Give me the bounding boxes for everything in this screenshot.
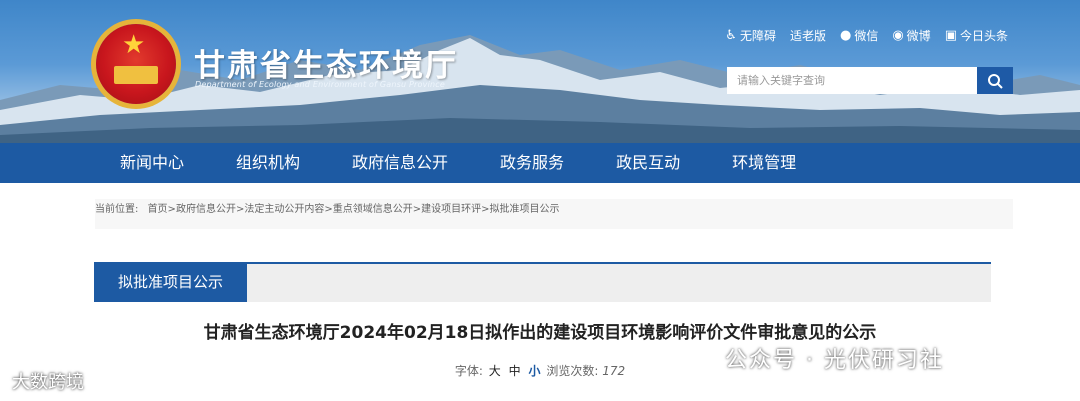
breadcrumb-path[interactable]: 首页>政府信息公开>法定主动公开内容>重点领域信息公开>建设项目环评>拟批准项目… — [148, 204, 560, 215]
national-emblem-logo[interactable]: ★ — [96, 24, 176, 104]
search-box: 请输入关键字查询 — [727, 67, 1013, 94]
search-icon — [988, 73, 1003, 89]
toutiao-link[interactable]: ▣ 今日头条 — [945, 27, 1008, 44]
font-size-small-button[interactable]: 小 — [528, 364, 540, 378]
accessibility-icon: ♿ — [725, 28, 737, 43]
search-input[interactable]: 请输入关键字查询 — [727, 67, 977, 94]
font-size-large-button[interactable]: 大 — [489, 364, 501, 378]
section-tab[interactable]: 拟批准项目公示 — [94, 262, 247, 302]
breadcrumb: 当前位置: 首页>政府信息公开>法定主动公开内容>重点领域信息公开>建设项目环评… — [95, 199, 1013, 229]
font-size-medium-button[interactable]: 中 — [509, 364, 521, 378]
header-banner: ★ 甘肃省生态环境厅 Department of Ecology and Env… — [0, 0, 1080, 143]
wechat-icon: ● — [839, 28, 852, 43]
search-button[interactable] — [977, 67, 1013, 94]
weibo-icon: ◉ — [892, 28, 904, 43]
tiananmen-icon — [114, 66, 158, 84]
top-links: ♿ 无障碍 适老版 ● 微信 ◉ 微博 ▣ 今日头条 — [725, 27, 1008, 44]
site-title[interactable]: 甘肃省生态环境厅 — [194, 40, 458, 85]
weibo-link[interactable]: ◉ 微博 — [892, 27, 930, 44]
nav-item-organization[interactable]: 组织机构 — [236, 143, 300, 183]
nav-item-interaction[interactable]: 政民互动 — [616, 143, 680, 183]
views-count: 172 — [602, 364, 626, 378]
nav-item-env-management[interactable]: 环境管理 — [732, 143, 796, 183]
section-header: 拟批准项目公示 — [94, 262, 991, 302]
accessibility-link[interactable]: ♿ 无障碍 — [725, 27, 776, 44]
watermark-right: 公众号 · 光伏研习社 — [725, 348, 944, 373]
star-icon: ★ — [122, 30, 146, 60]
main-nav: 新闻中心 组织机构 政府信息公开 政务服务 政民互动 环境管理 — [0, 143, 1080, 183]
breadcrumb-label: 当前位置: — [95, 204, 139, 215]
views-label: 浏览次数: — [546, 364, 599, 378]
nav-item-services[interactable]: 政务服务 — [500, 143, 564, 183]
font-size-label: 字体: — [454, 364, 483, 378]
watermark-left: 大数跨境 — [12, 372, 84, 393]
nav-item-news[interactable]: 新闻中心 — [120, 143, 184, 183]
toutiao-icon: ▣ — [944, 28, 957, 43]
wechat-link[interactable]: ● 微信 — [840, 27, 878, 44]
elderly-mode-link[interactable]: 适老版 — [790, 27, 826, 44]
article-title: 甘肃省生态环境厅2024年02月18日拟作出的建设项目环境影响评价文件审批意见的… — [203, 323, 877, 343]
nav-item-gov-info[interactable]: 政府信息公开 — [352, 143, 448, 183]
site-subtitle: Department of Ecology and Environment of… — [195, 80, 445, 89]
